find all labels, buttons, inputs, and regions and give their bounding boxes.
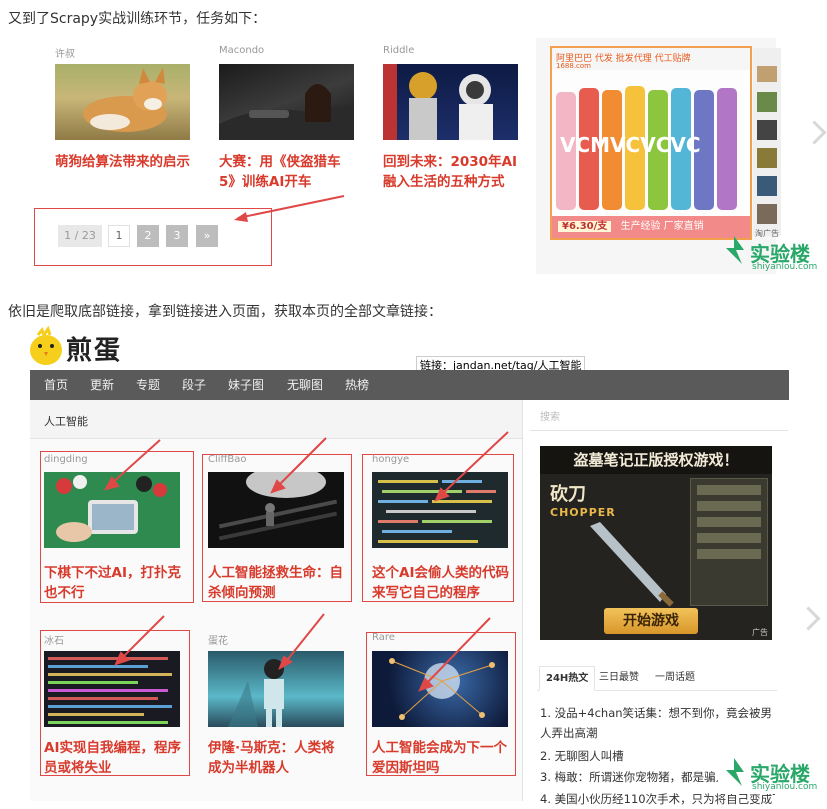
site-nav: 首页 更新 专题 段子 妹子图 无聊图 热榜 bbox=[30, 370, 789, 400]
card-title-link[interactable]: 下棋下不过AI，打扑克也不行 bbox=[44, 563, 184, 603]
tab-3day[interactable]: 三日最赞 bbox=[599, 666, 639, 690]
code-thumbnail[interactable] bbox=[372, 472, 508, 548]
site-logo[interactable]: 煎蛋 bbox=[66, 330, 122, 367]
svg-text:VCMVCVCVC: VCMVCVCVC bbox=[560, 133, 701, 157]
search-input[interactable]: 搜索 bbox=[530, 400, 788, 431]
card-author: dingding bbox=[44, 454, 88, 465]
arrow-icon bbox=[234, 195, 345, 222]
game-ad[interactable]: 盗墓笔记正版授权游戏！ 砍刀 CHOPPER 开始游戏 广告 bbox=[540, 446, 772, 640]
list-item[interactable]: 1. 没品+4chan笑话集：想不到你，竟会被男人弄出高潮 bbox=[540, 703, 775, 743]
ad-label: 广告 bbox=[752, 628, 768, 637]
card-title-link[interactable]: 伊隆·马斯克：人类将成为半机器人 bbox=[208, 738, 348, 778]
game-ad-title: 盗墓笔记正版授权游戏！ bbox=[540, 446, 772, 474]
leaf-icon bbox=[726, 236, 744, 264]
ad-price: ¥6.30/支 bbox=[558, 221, 612, 232]
chevron-right-icon[interactable] bbox=[796, 606, 821, 631]
card-author: CliffBao bbox=[208, 454, 247, 465]
nav-item-home[interactable]: 首页 bbox=[44, 370, 68, 400]
card-author: Riddle bbox=[383, 45, 415, 56]
page-indicator: 1 / 23 bbox=[58, 225, 102, 247]
tab-24h[interactable]: 24H热文 bbox=[539, 666, 596, 691]
bench-thumbnail[interactable] bbox=[208, 472, 344, 548]
search-placeholder: 搜索 bbox=[540, 412, 560, 423]
nav-item-hot[interactable]: 热榜 bbox=[345, 370, 369, 400]
astronaut-thumbnail[interactable] bbox=[383, 64, 518, 140]
section-title: 人工智能 bbox=[44, 415, 88, 428]
page-1-link[interactable]: 1 bbox=[108, 225, 130, 247]
sword-icon bbox=[590, 522, 674, 607]
brain-thumbnail[interactable] bbox=[372, 651, 508, 727]
card-author: 许叔 bbox=[55, 49, 75, 60]
intro-text-2: 依旧是爬取底部链接，拿到链接进入页面，获取本页的全部文章链接： bbox=[8, 304, 442, 320]
bottle-ad[interactable]: 阿里巴巴 代发 批发代理 代工贴牌 1688.com VCMVCVCVC ¥6.… bbox=[550, 46, 752, 240]
gta-thumbnail[interactable] bbox=[219, 64, 354, 140]
leaf-icon bbox=[726, 758, 744, 786]
card-author: Rare bbox=[372, 632, 395, 643]
poker-thumbnail[interactable] bbox=[44, 472, 180, 548]
hot-tabs: 24H热文 三日最赞 一周话题 bbox=[537, 666, 777, 691]
card-author: 冰石 bbox=[44, 636, 64, 647]
tab-week[interactable]: 一周话题 bbox=[655, 666, 695, 690]
start-game-button[interactable]: 开始游戏 bbox=[604, 608, 698, 634]
chick-logo-icon bbox=[30, 326, 62, 365]
page-3-link[interactable]: 3 bbox=[166, 225, 188, 247]
nav-item-updates[interactable]: 更新 bbox=[90, 370, 114, 400]
weapon-name: 砍刀 bbox=[550, 484, 586, 505]
chevron-right-icon[interactable] bbox=[802, 120, 827, 145]
card-title-link[interactable]: 回到未来：2030年AI融入生活的五种方式 bbox=[383, 152, 518, 192]
watermark-url: shiyanlou.com bbox=[752, 782, 818, 792]
card-author: 蛋花 bbox=[208, 636, 228, 647]
cyborg-thumbnail[interactable] bbox=[208, 651, 344, 727]
nav-item-topics[interactable]: 专题 bbox=[136, 370, 160, 400]
card-title-link[interactable]: 人工智能会成为下一个爱因斯坦吗 bbox=[372, 738, 512, 778]
code2-thumbnail[interactable] bbox=[44, 651, 180, 727]
card-author: hongye bbox=[372, 454, 410, 465]
nav-item-pics[interactable]: 无聊图 bbox=[287, 370, 323, 400]
ad-footer: 生产经验 厂家直销 bbox=[620, 221, 704, 232]
next-page-button[interactable]: » bbox=[196, 225, 218, 247]
nav-item-girls[interactable]: 妹子图 bbox=[228, 370, 264, 400]
page-2-link[interactable]: 2 bbox=[137, 225, 159, 247]
corgi-thumbnail[interactable] bbox=[55, 64, 190, 140]
card-title-link[interactable]: 萌狗给算法带来的启示 bbox=[55, 152, 195, 172]
card-title-link[interactable]: AI实现自我编程，程序员或将失业 bbox=[44, 738, 184, 778]
intro-text-1: 又到了Scrapy实战训练环节，任务如下： bbox=[8, 11, 267, 27]
watermark-url: shiyanlou.com bbox=[752, 262, 818, 272]
card-title-link[interactable]: 大赛：用《侠盗猎车5》训练AI开车 bbox=[219, 152, 344, 192]
ad-source: 1688.com bbox=[556, 62, 591, 70]
nav-item-jokes[interactable]: 段子 bbox=[182, 370, 206, 400]
ad-thumbnail-strip bbox=[753, 48, 781, 236]
card-title-link[interactable]: 人工智能拯救生命：自杀倾向预测 bbox=[208, 563, 348, 603]
card-author: Macondo bbox=[219, 45, 265, 56]
card-title-link[interactable]: 这个AI会偷人类的代码来写它自己的程序 bbox=[372, 563, 512, 603]
